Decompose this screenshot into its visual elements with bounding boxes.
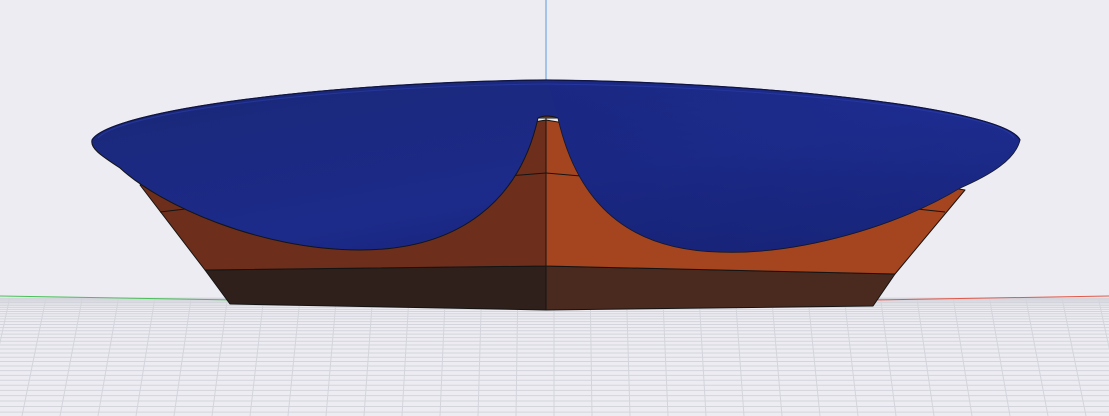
base-lower-left-face <box>204 265 547 311</box>
model[interactable] <box>91 79 1021 311</box>
viewport-canvas[interactable] <box>0 0 1109 416</box>
3d-viewport[interactable] <box>0 0 1109 416</box>
